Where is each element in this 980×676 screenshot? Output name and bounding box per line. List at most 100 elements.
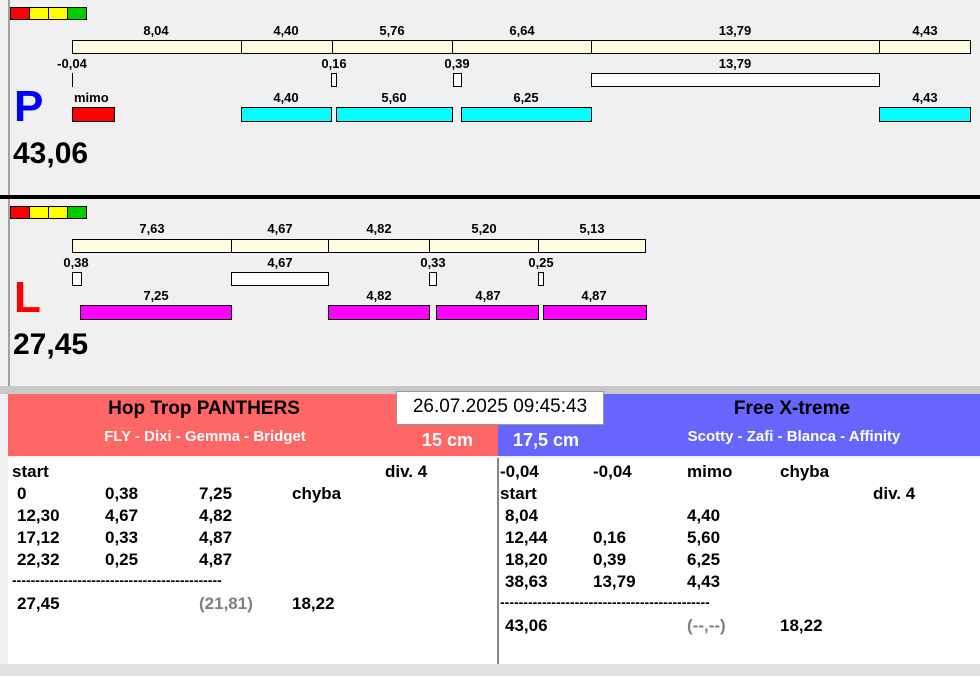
right-results-panel: -0,04 -0,04 mimo chyba start div. 4 8,04… bbox=[499, 458, 980, 664]
p-reaction-1: -0,04 bbox=[57, 56, 87, 71]
l-run-segment bbox=[328, 239, 430, 253]
l-reaction-marker bbox=[231, 272, 329, 286]
right-cell: 0,39 bbox=[593, 550, 627, 569]
right-cell: 4,40 bbox=[687, 506, 721, 525]
p-split-3: 5,76 bbox=[379, 23, 405, 38]
p-split-2: 4,40 bbox=[273, 23, 299, 38]
right-cell: 12,44 bbox=[505, 528, 548, 547]
p-reaction-2: 0,16 bbox=[321, 56, 347, 71]
light-red bbox=[10, 206, 30, 219]
light-green bbox=[67, 7, 87, 20]
l-dog-segment bbox=[328, 305, 430, 320]
l-split-1: 7,63 bbox=[139, 221, 165, 236]
team-left-height: 15 cm bbox=[422, 430, 474, 450]
left-start-label: start bbox=[12, 462, 49, 481]
l-reaction-4: 0,25 bbox=[528, 255, 554, 270]
p-run-segment bbox=[452, 40, 592, 54]
p-dog-1: 4,40 bbox=[273, 90, 299, 105]
left-cell: 0 bbox=[17, 484, 27, 503]
l-reaction-3: 0,33 bbox=[420, 255, 446, 270]
team-right-height: 17,5 cm bbox=[513, 430, 580, 450]
left-cell: 4,67 bbox=[105, 506, 139, 525]
left-cell: 7,25 bbox=[199, 484, 233, 503]
team-right-name: Free X-treme bbox=[733, 398, 851, 419]
l-split-5: 5,13 bbox=[579, 221, 605, 236]
light-yellow bbox=[29, 7, 49, 20]
right-division-label: div. 4 bbox=[873, 484, 916, 503]
p-run-segment bbox=[332, 40, 453, 54]
l-split-3: 4,82 bbox=[366, 221, 392, 236]
l-reaction-marker bbox=[429, 272, 437, 286]
p-dog-segment bbox=[461, 107, 592, 122]
light-red bbox=[10, 7, 30, 20]
left-subtotal: (21,81) bbox=[199, 594, 253, 613]
p-dog-4: 4,43 bbox=[912, 90, 938, 105]
l-dog-3: 4,87 bbox=[475, 288, 501, 303]
right-cell: 0,16 bbox=[593, 528, 627, 547]
l-run-segment bbox=[72, 239, 232, 253]
lane-l-panel: 7,63 4,67 4,82 5,20 5,13 0,38 4,67 0,33 … bbox=[8, 199, 980, 386]
left-division-label: div. 4 bbox=[385, 462, 428, 481]
p-mimo-label: mimo bbox=[74, 90, 109, 105]
left-cell: 0,38 bbox=[105, 484, 139, 503]
right-cell: 8,04 bbox=[505, 506, 539, 525]
lane-l-total: 27,45 bbox=[13, 328, 89, 361]
left-cell: 4,87 bbox=[199, 528, 233, 547]
p-split-6: 4,43 bbox=[912, 23, 938, 38]
right-separator: ----------------------------------------… bbox=[500, 594, 710, 610]
l-split-4: 5,20 bbox=[471, 221, 497, 236]
lane-p-total: 43,06 bbox=[13, 137, 89, 170]
left-cell: 0,25 bbox=[105, 550, 139, 569]
l-dog-2: 4,82 bbox=[366, 288, 392, 303]
p-dog-segment bbox=[241, 107, 332, 122]
left-total: 27,45 bbox=[17, 594, 60, 613]
p-run-segment bbox=[241, 40, 333, 54]
left-fault-label: chyba bbox=[292, 484, 342, 503]
team-left-name: Hop Trop PANTHERS bbox=[108, 398, 300, 419]
l-run-segment bbox=[538, 239, 646, 253]
right-cell: -0,04 bbox=[593, 462, 632, 481]
right-cell: 18,20 bbox=[505, 550, 548, 569]
p-reaction-4: 13,79 bbox=[718, 56, 752, 71]
l-dog-1: 7,25 bbox=[143, 288, 169, 303]
right-cell: 6,25 bbox=[687, 550, 721, 569]
l-dog-segment bbox=[436, 305, 539, 320]
l-dog-4: 4,87 bbox=[581, 288, 607, 303]
left-cell: 4,87 bbox=[199, 550, 233, 569]
p-dog-2: 5,60 bbox=[381, 90, 407, 105]
right-cell: 4,43 bbox=[687, 572, 721, 591]
right-mimo-label: mimo bbox=[687, 462, 733, 481]
l-run-segment bbox=[231, 239, 329, 253]
p-reaction-3: 0,39 bbox=[444, 56, 470, 71]
lane-l-lights bbox=[10, 206, 87, 219]
datetime-display: 26.07.2025 09:45:43 bbox=[396, 391, 604, 425]
l-reaction-marker bbox=[538, 272, 544, 286]
lane-l-letter: L bbox=[14, 273, 41, 322]
right-cell: 5,60 bbox=[687, 528, 721, 547]
left-time: 18,22 bbox=[292, 594, 335, 613]
p-dog-3: 6,25 bbox=[513, 90, 539, 105]
team-left-members: FLY - Dixi - Gemma - Bridget bbox=[104, 428, 306, 445]
light-yellow bbox=[48, 206, 68, 219]
light-yellow bbox=[48, 7, 68, 20]
team-right-members: Scotty - Zafi - Blanca - Affinity bbox=[687, 428, 901, 445]
left-separator: ----------------------------------------… bbox=[12, 572, 222, 588]
p-split-1: 8,04 bbox=[143, 23, 169, 38]
l-dog-segment bbox=[543, 305, 647, 320]
p-reaction-marker bbox=[591, 73, 880, 87]
l-reaction-marker bbox=[72, 272, 82, 286]
lane-p-letter: P bbox=[14, 82, 44, 131]
left-results-panel: start div. 4 0 0,38 7,25 chyba 12,30 4,6… bbox=[8, 458, 499, 664]
p-reaction-marker bbox=[72, 73, 73, 87]
p-run-segment bbox=[879, 40, 971, 54]
left-cell: 17,12 bbox=[17, 528, 60, 547]
p-dog-segment bbox=[879, 107, 971, 122]
right-cell: 38,63 bbox=[505, 572, 548, 591]
p-mimo-segment bbox=[72, 107, 115, 122]
l-dog-segment bbox=[80, 305, 232, 320]
light-yellow bbox=[29, 206, 49, 219]
l-reaction-1: 0,38 bbox=[63, 255, 89, 270]
right-time: 18,22 bbox=[780, 616, 823, 635]
p-dog-segment bbox=[336, 107, 453, 122]
bottom-strip bbox=[0, 664, 980, 676]
